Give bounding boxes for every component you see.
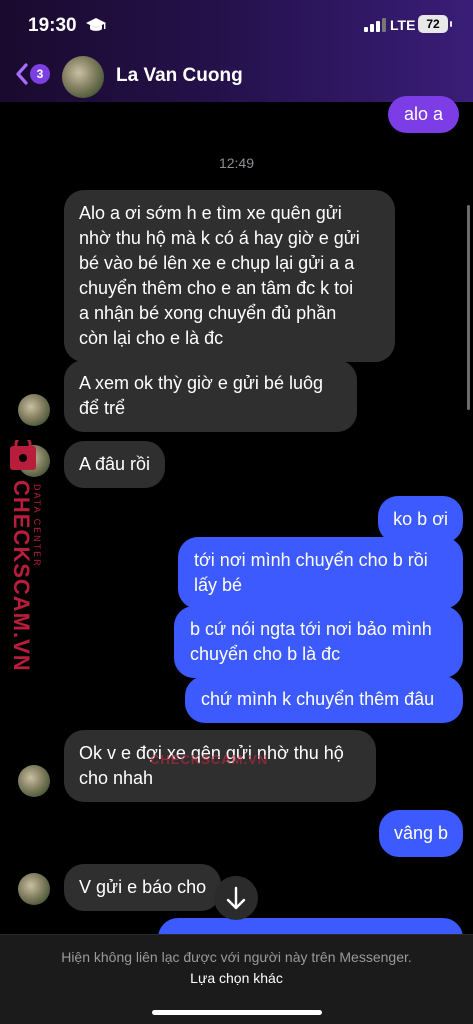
unread-badge[interactable]: 3 bbox=[30, 64, 50, 84]
other-options-link[interactable]: Lựa chọn khác bbox=[0, 970, 473, 986]
scrollbar[interactable] bbox=[467, 205, 470, 410]
status-bar: 19:30 LTE 72 bbox=[0, 0, 473, 50]
message-timestamp: 12:49 bbox=[218, 155, 255, 171]
status-time: 19:30 bbox=[28, 15, 77, 36]
arrow-down-icon[interactable] bbox=[214, 876, 258, 920]
contact-avatar[interactable] bbox=[62, 56, 104, 98]
message-outgoing[interactable]: chứ mình k chuyển thêm đâu bbox=[185, 676, 463, 723]
message-outgoing[interactable]: ko b ơi bbox=[378, 496, 463, 543]
chat-header: 19:30 LTE 72 3 La Van Cuong bbox=[0, 0, 473, 102]
sender-avatar[interactable] bbox=[18, 765, 50, 797]
network-type: LTE bbox=[390, 17, 416, 33]
watermark-brand: CHECKSCAM.VN bbox=[9, 480, 34, 672]
message-outgoing[interactable]: vâng b bbox=[378, 810, 463, 857]
unavailable-notice: Hiện không liên lạc được với người này t… bbox=[61, 949, 412, 965]
watermark: DATA CENTER CHECKSCAM.VN bbox=[4, 440, 44, 680]
footer: Hiện không liên lạc được với người này t… bbox=[0, 934, 473, 1024]
home-indicator[interactable] bbox=[152, 1010, 322, 1015]
message-outgoing[interactable]: b cứ nói ngta tới nơi bảo mình chuyển ch… bbox=[174, 606, 463, 678]
graduation-cap-icon bbox=[86, 18, 106, 31]
message-outgoing[interactable]: tới nơi mình chuyển cho b rồi lấy bé bbox=[178, 537, 463, 609]
back-chevron-icon[interactable] bbox=[14, 62, 30, 86]
conversation-nav: 3 La Van Cuong bbox=[0, 52, 473, 100]
message-incoming[interactable]: Alo a ơi sớm h e tìm xe quên gửi nhờ thu… bbox=[64, 190, 395, 362]
contact-name[interactable]: La Van Cuong bbox=[116, 65, 243, 87]
message-incoming[interactable]: A xem ok thỳ giờ e gửi bé luôg để trể bbox=[64, 360, 357, 432]
signal-icon bbox=[364, 18, 386, 32]
sender-avatar[interactable] bbox=[18, 873, 50, 905]
message-incoming[interactable]: V gửi e báo cho bbox=[64, 864, 222, 911]
message-outgoing[interactable]: alo a bbox=[387, 96, 459, 133]
watermark-center: CHECKSCAM.VN bbox=[150, 752, 269, 767]
sender-avatar[interactable] bbox=[18, 394, 50, 426]
checkscam-logo-icon bbox=[10, 440, 36, 470]
battery-icon: 72 bbox=[418, 15, 452, 33]
message-incoming[interactable]: A đâu rồi bbox=[64, 441, 166, 488]
